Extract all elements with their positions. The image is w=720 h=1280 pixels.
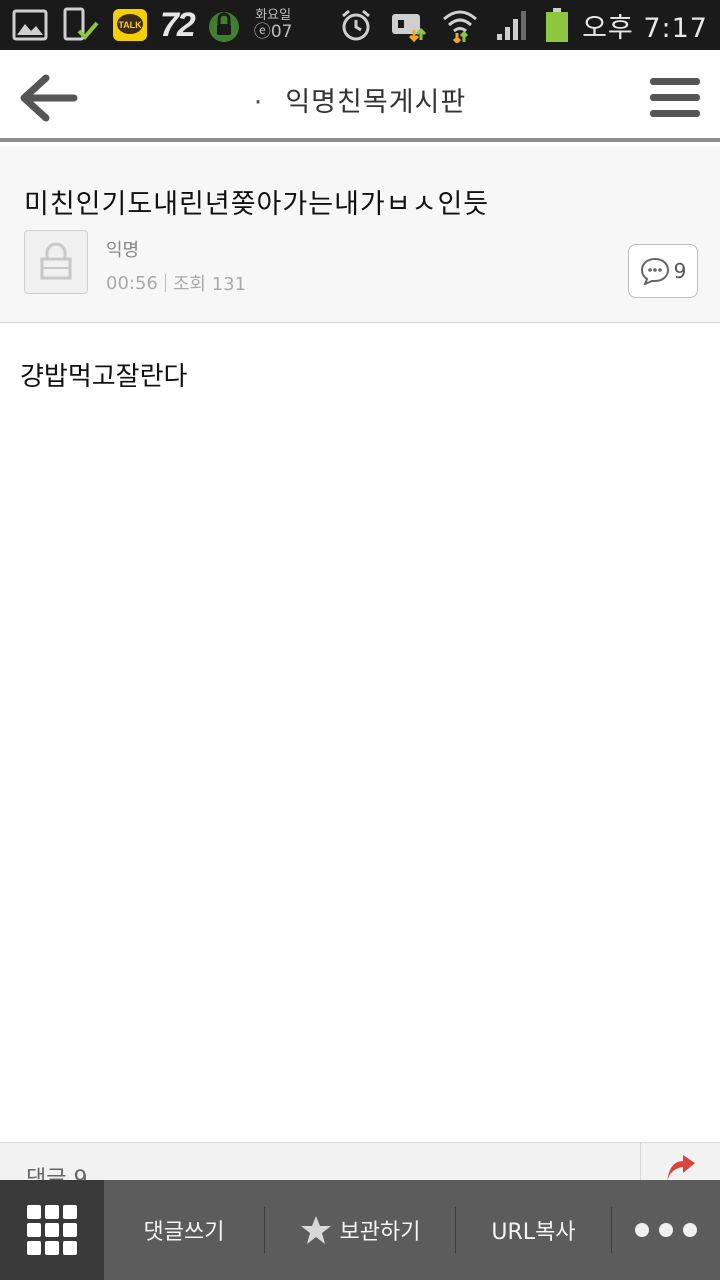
phone-check-icon (60, 7, 100, 43)
meta-divider (164, 274, 166, 292)
comment-bar-label: 댓글 9 (26, 1167, 88, 1182)
lock-icon (204, 7, 244, 43)
comment-count: 9 (673, 259, 687, 283)
signal-icon (492, 7, 532, 43)
post-meta: 00:56 조회 131 (106, 270, 246, 296)
svg-text:TALK: TALK (118, 20, 142, 30)
title-bullet: · (253, 87, 264, 118)
speech-bubble-icon (640, 257, 669, 285)
post-header: 미친인기도내린년쫒아가는내가ㅂㅅ인듯 익명 00:56 조회 131 9 (0, 146, 720, 323)
grid-menu-button[interactable] (0, 1180, 104, 1280)
app-header: · 익명친목게시판 (0, 50, 720, 142)
write-comment-label: 댓글쓰기 (143, 1220, 225, 1245)
menu-button[interactable] (648, 76, 702, 120)
status-time: 오후 7:17 (582, 12, 708, 44)
status-left: TALK 72 화요일 ⓔ07 (10, 4, 292, 46)
share-arrow-icon (667, 1155, 695, 1182)
author-name: 익명 (106, 240, 140, 261)
status-date-weather: ⓔ07 (253, 22, 293, 42)
post-body: 걍밥먹고잘란다 (20, 362, 188, 392)
kakaotalk-icon: TALK (110, 7, 150, 43)
star-icon (300, 1216, 331, 1244)
bookmark-button[interactable]: 보관하기 (265, 1180, 455, 1280)
comment-bar[interactable]: 댓글 9 (0, 1142, 720, 1182)
post-views: 조회 131 (172, 274, 247, 295)
notification-count: 72 (160, 5, 196, 44)
share-button[interactable] (640, 1143, 720, 1182)
battery-icon (544, 7, 570, 43)
copy-url-label: URL복사 (491, 1220, 576, 1245)
post-time: 00:56 (106, 272, 158, 294)
wifi-icon (440, 7, 480, 43)
status-bar: TALK 72 화요일 ⓔ07 오후 7:17 (0, 0, 720, 50)
copy-url-button[interactable]: URL복사 (456, 1180, 611, 1280)
bookmark-label: 보관하기 (339, 1220, 421, 1245)
alarm-icon (336, 7, 376, 43)
status-right: 오후 7:17 (336, 4, 708, 46)
lock-avatar-icon (40, 242, 72, 280)
bottom-toolbar: 댓글쓰기 보관하기 URL복사 (0, 1180, 720, 1280)
avatar (24, 230, 88, 294)
post-title: 미친인기도내린년쫒아가는내가ㅂㅅ인듯 (24, 189, 490, 220)
status-date: 화요일 ⓔ07 (254, 9, 293, 41)
comment-count-button[interactable]: 9 (628, 244, 698, 298)
hamburger-icon (650, 78, 700, 117)
write-comment-button[interactable]: 댓글쓰기 (104, 1180, 264, 1280)
status-date-day: 화요일 (255, 8, 292, 23)
board-title: · 익명친목게시판 (0, 80, 720, 119)
grid-icon (27, 1205, 77, 1255)
more-button[interactable] (612, 1180, 720, 1280)
more-dots-icon (635, 1223, 697, 1237)
data-sync-icon (388, 7, 428, 43)
board-title-text: 익명친목게시판 (285, 87, 467, 118)
gallery-icon (10, 7, 50, 43)
